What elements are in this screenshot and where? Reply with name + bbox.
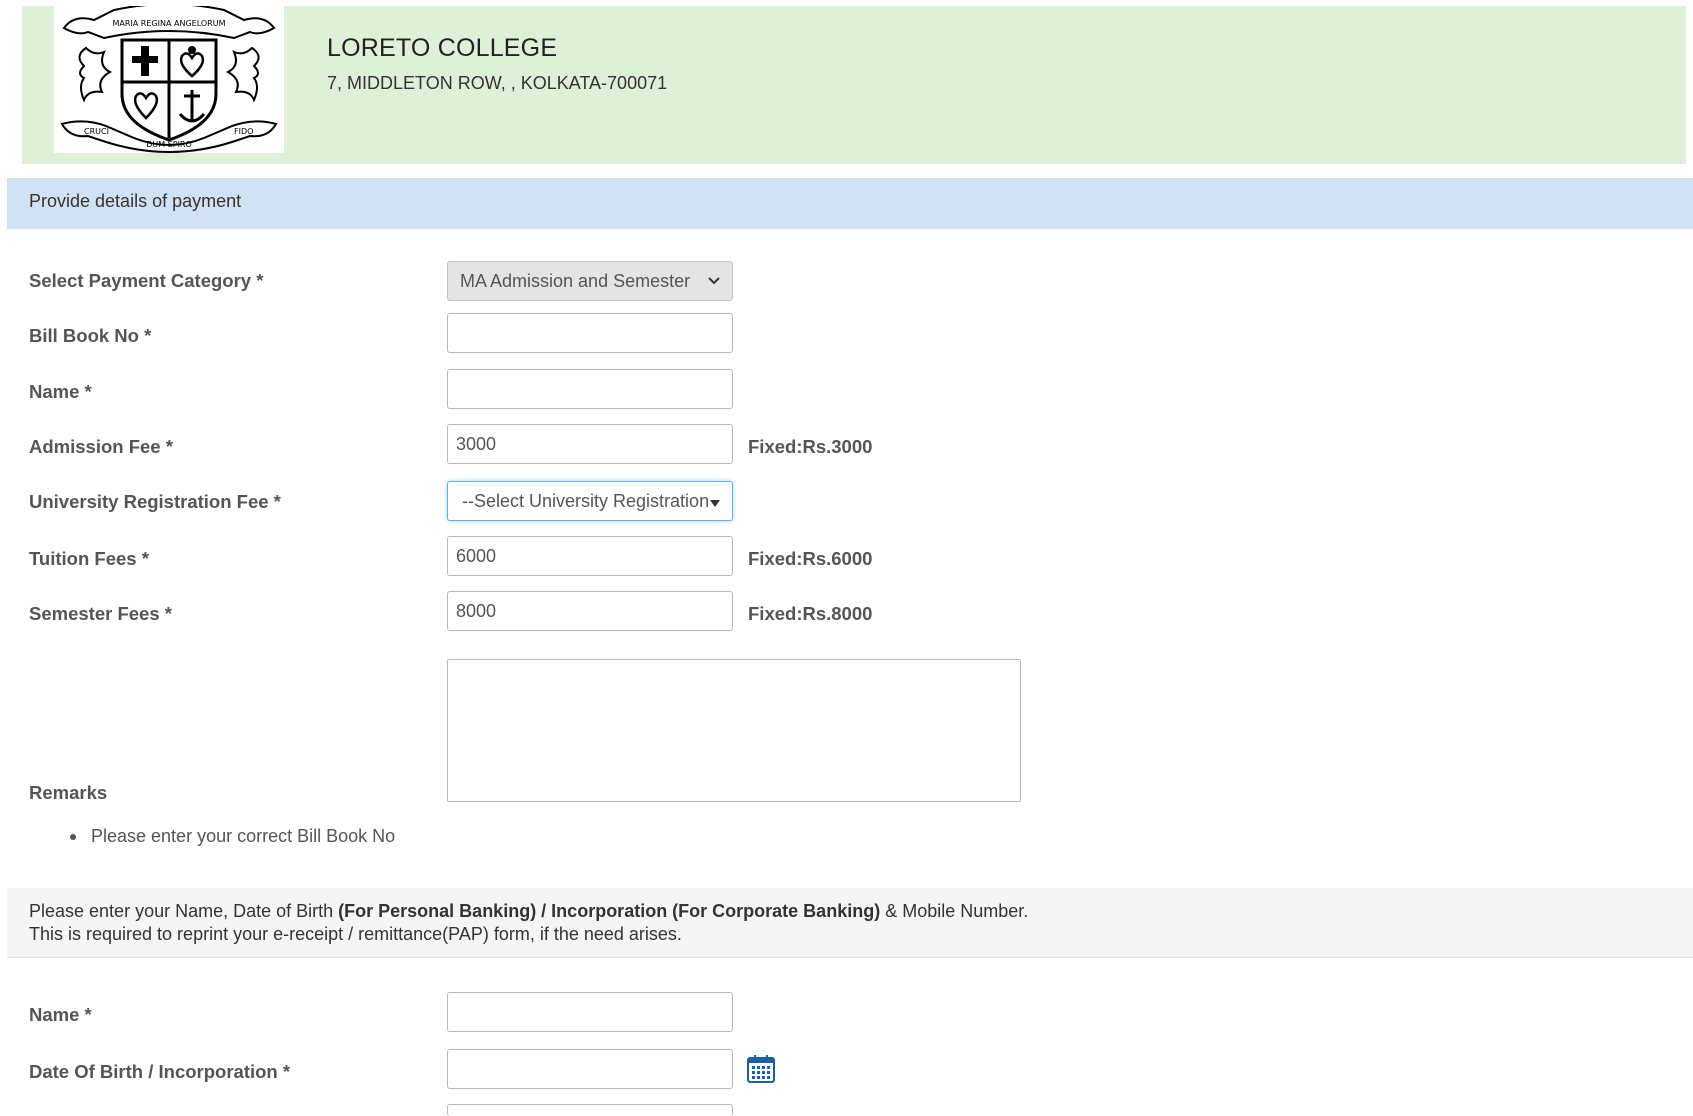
reprint-info-line1: Please enter your Name, Date of Birth (F… bbox=[29, 901, 1028, 922]
motto-left: CRUCI bbox=[84, 127, 109, 136]
tuition-fees-note: Fixed:Rs.6000 bbox=[748, 548, 873, 569]
college-address: 7, MIDDLETON ROW, , KOLKATA-700071 bbox=[327, 73, 668, 93]
payment-notes-list: Please enter your correct Bill Book No bbox=[65, 826, 395, 847]
caret-down-icon bbox=[710, 491, 720, 512]
payment-panel-heading: Provide details of payment bbox=[7, 178, 1693, 229]
motto-center: DUM SPIRO bbox=[146, 140, 192, 149]
payment-category-select[interactable]: MA Admission and Semester bbox=[447, 261, 733, 301]
college-header: MARIA REGINA ANGELORUM CRUCI DUM SPIRO F… bbox=[22, 3, 1686, 164]
bill-book-label: Bill Book No * bbox=[29, 325, 152, 346]
payer-name-label: Name * bbox=[29, 381, 92, 402]
mobile-number-input[interactable] bbox=[447, 1104, 733, 1116]
university-registration-label: University Registration Fee * bbox=[29, 491, 281, 512]
admission-fee-note: Fixed:Rs.3000 bbox=[748, 436, 873, 457]
note-text: Please enter your correct Bill Book No bbox=[91, 826, 396, 846]
payment-heading-text: Provide details of payment bbox=[29, 191, 242, 211]
list-item: Please enter your correct Bill Book No bbox=[65, 826, 395, 847]
payer-name-input[interactable] bbox=[447, 369, 733, 409]
personal-name-input[interactable] bbox=[447, 992, 733, 1032]
remarks-textarea[interactable] bbox=[447, 659, 1021, 802]
dob-label: Date Of Birth / Incorporation * bbox=[29, 1061, 291, 1082]
payment-category-label: Select Payment Category * bbox=[29, 270, 264, 291]
calendar-icon[interactable] bbox=[746, 1054, 776, 1084]
reprint-info-line2: This is required to reprint your e-recei… bbox=[29, 924, 682, 944]
college-name: LORETO COLLEGE bbox=[327, 34, 558, 62]
motto-right: FIDO bbox=[234, 127, 253, 136]
university-registration-select[interactable]: --Select University Registration bbox=[447, 481, 733, 521]
personal-name-label: Name * bbox=[29, 1004, 92, 1025]
college-logo: MARIA REGINA ANGELORUM CRUCI DUM SPIRO F… bbox=[54, 3, 284, 153]
tuition-fees-label: Tuition Fees * bbox=[29, 548, 149, 569]
payment-category-value: MA Admission and Semester bbox=[460, 270, 691, 291]
semester-fees-label: Semester Fees * bbox=[29, 603, 172, 624]
info-text: Please enter your Name, Date of Birth bbox=[29, 901, 339, 921]
reprint-info-box: Please enter your Name, Date of Birth (F… bbox=[7, 888, 1693, 958]
semester-fees-note: Fixed:Rs.8000 bbox=[748, 603, 873, 624]
remarks-label: Remarks bbox=[29, 782, 108, 803]
semester-fees-input[interactable] bbox=[447, 591, 733, 631]
bill-book-input[interactable] bbox=[447, 313, 733, 353]
chevron-down-icon bbox=[708, 274, 720, 288]
university-registration-value: --Select University Registration bbox=[462, 490, 710, 511]
info-bold-text: (For Personal Banking) / Incorporation (… bbox=[338, 901, 881, 921]
motto-top: MARIA REGINA ANGELORUM bbox=[113, 19, 226, 28]
admission-fee-input[interactable] bbox=[447, 424, 733, 464]
college-crest-icon: MARIA REGINA ANGELORUM CRUCI DUM SPIRO F… bbox=[60, 3, 278, 153]
bullet-icon bbox=[70, 834, 76, 840]
dob-input[interactable] bbox=[447, 1049, 733, 1089]
admission-fee-label: Admission Fee * bbox=[29, 436, 173, 457]
info-text-end: & Mobile Number. bbox=[880, 901, 1029, 921]
tuition-fees-input[interactable] bbox=[447, 536, 733, 576]
